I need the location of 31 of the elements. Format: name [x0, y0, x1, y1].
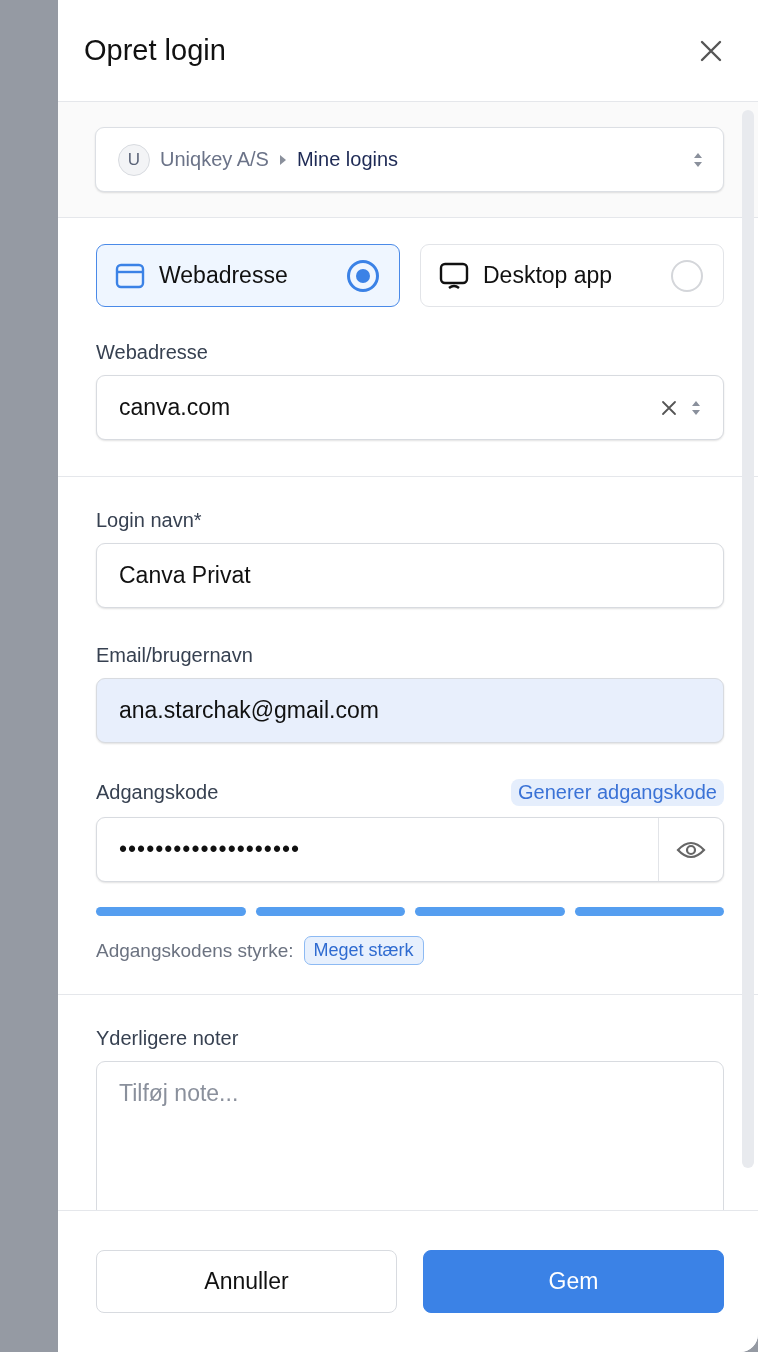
breadcrumb-folder: Mine logins: [296, 148, 399, 171]
strength-label: Adgangskodens styrke:: [96, 939, 294, 962]
location-select[interactable]: U Uniqkey A/S Mine logins: [95, 127, 724, 192]
login-type-option[interactable]: Webadresse: [96, 244, 400, 307]
field-label: Email/brugernavn: [96, 644, 254, 667]
browser-window-icon: [115, 261, 145, 290]
name-field[interactable]: Canva Privat: [96, 543, 724, 608]
strength-badge: Meget stærk: [303, 936, 424, 965]
login-type-option[interactable]: Desktop app: [420, 244, 724, 307]
cancel-button[interactable]: Annuller: [96, 1250, 397, 1313]
sort-icon: [693, 151, 703, 168]
field-label: Login navn*: [96, 509, 203, 532]
generate-password-link[interactable]: Generer adgangskode: [510, 779, 724, 806]
password-field[interactable]: ••••••••••••••••••••: [96, 817, 724, 882]
radio-indicator: [671, 259, 703, 292]
notes-field[interactable]: Tilføj note...: [96, 1061, 724, 1210]
sort-icon: [691, 399, 701, 416]
radio-indicator: [347, 259, 379, 292]
field-label: Adgangskode: [96, 781, 219, 804]
url-field[interactable]: canva.com: [96, 375, 724, 440]
save-button[interactable]: Gem: [423, 1250, 724, 1313]
email-field[interactable]: ana.starchak@gmail.com: [96, 678, 724, 743]
dialog-title: Opret login: [84, 34, 226, 67]
field-label: Yderligere noter: [96, 1027, 240, 1050]
breadcrumb-organization: Uniqkey A/S: [160, 148, 269, 171]
clear-icon: [661, 399, 677, 416]
avatar: U: [118, 143, 150, 176]
field-label: Webadresse: [96, 341, 209, 364]
caret-icon: [278, 153, 287, 166]
scrollbar[interactable]: [742, 110, 754, 1168]
monitor-icon: [439, 261, 469, 290]
